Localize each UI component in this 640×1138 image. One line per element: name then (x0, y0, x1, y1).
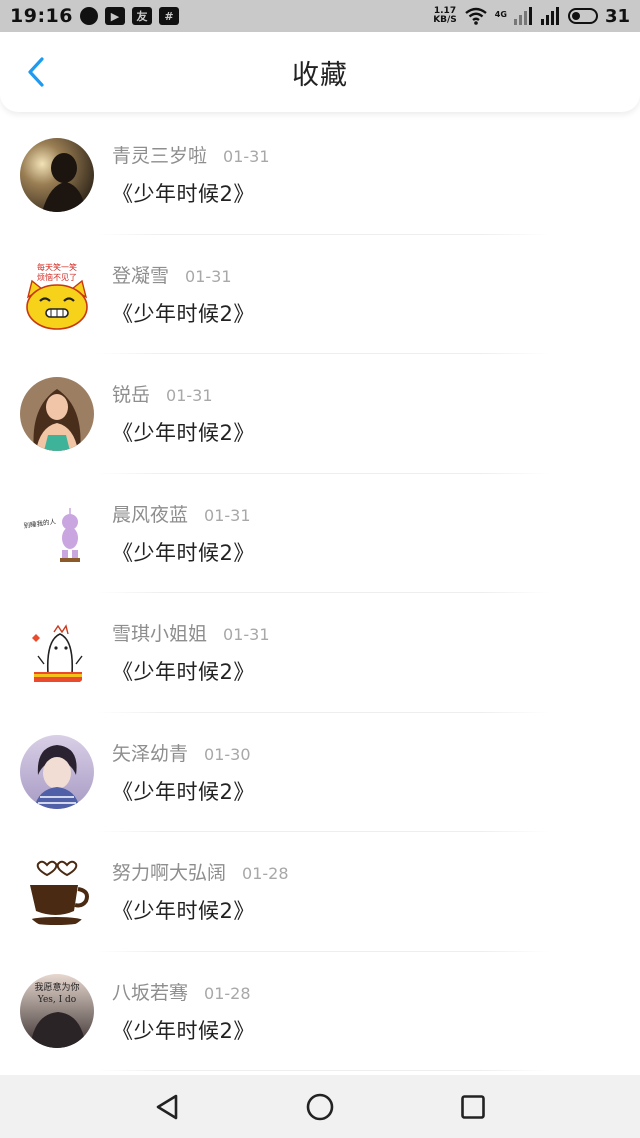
item-text: 矢泽幼青 01-30 《少年时候2》 (112, 739, 255, 806)
list-item[interactable]: 别睡我的人 晨风夜蓝 01-31 《少年时候2》 (0, 474, 640, 594)
item-text: 八坂若骞 01-28 《少年时候2》 (112, 978, 255, 1045)
triangle-back-icon (156, 1094, 177, 1119)
app-header: 收藏 (0, 32, 640, 112)
item-meta: 登凝雪 01-31 (112, 261, 255, 288)
item-text: 雪琪小姐姐 01-31 《少年时候2》 (112, 619, 270, 686)
work-title: 《少年时候2》 (112, 540, 255, 565)
item-text: 登凝雪 01-31 《少年时候2》 (112, 261, 255, 328)
item-date: 01-28 (242, 864, 289, 884)
item-meta: 矢泽幼青 01-30 (112, 739, 255, 766)
work-title: 《少年时候2》 (112, 779, 255, 804)
work-title: 《少年时候2》 (112, 421, 255, 446)
signal-icon-2 (540, 7, 559, 25)
item-date: 01-31 (223, 625, 270, 645)
work-title: 《少年时候2》 (112, 899, 255, 924)
user-name: 登凝雪 (112, 264, 170, 287)
list-item[interactable]: 青灵三岁啦 01-31 《少年时候2》 (0, 115, 640, 235)
list-item[interactable]: 每天笑一笑 烦恼不见了 登凝雪 01-31 《少年时候2》 (0, 235, 640, 355)
item-text: 青灵三岁啦 01-31 《少年时候2》 (112, 141, 270, 208)
avatar-text: 我愿意为你 (34, 981, 79, 993)
user-name: 八坂若骞 (112, 981, 189, 1004)
back-button[interactable] (18, 54, 54, 90)
work-title: 《少年时候2》 (112, 182, 255, 207)
system-nav-bar (0, 1075, 640, 1138)
user-name: 努力啊大弘阔 (112, 862, 227, 885)
circle-home-icon (306, 1093, 334, 1120)
net-speed-unit: KB/S (433, 15, 457, 25)
chevron-left-icon (28, 57, 44, 87)
status-right: 1.17 KB/S 4G 31 (433, 6, 630, 27)
list-item[interactable]: 我愿意为你 Yes, I do 八坂若骞 01-28 《少年时候2》 (0, 952, 640, 1072)
item-text: 努力啊大弘阔 01-28 《少年时候2》 (112, 858, 289, 925)
status-bar: 19:16 ▶ 友 # 1.17 KB/S 4G 31 (0, 0, 640, 32)
avatar-text: 每天笑一笑 (37, 262, 77, 272)
avatar[interactable] (20, 137, 94, 212)
user-name: 晨风夜蓝 (112, 503, 189, 526)
item-date: 01-31 (223, 147, 270, 167)
battery-icon (567, 8, 598, 24)
user-name: 青灵三岁啦 (112, 145, 208, 168)
item-meta: 努力啊大弘阔 01-28 (112, 858, 289, 885)
avatar[interactable]: 别睡我的人 (20, 496, 94, 571)
net-speed: 1.17 KB/S (433, 7, 457, 25)
avatar-text: 烦恼不见了 (37, 272, 77, 282)
list-item[interactable]: 矢泽幼青 01-30 《少年时候2》 (0, 713, 640, 833)
item-meta: 锐岳 01-31 (112, 380, 255, 407)
item-date: 01-31 (204, 505, 251, 525)
favorites-list: 青灵三岁啦 01-31 《少年时候2》 每天笑一笑 烦恼不见了 登凝雪 01-3… (0, 115, 640, 1071)
avatar[interactable] (20, 735, 94, 810)
list-item[interactable]: 锐岳 01-31 《少年时候2》 (0, 354, 640, 474)
user-name: 雪琪小姐姐 (112, 623, 208, 646)
chat-bubble-icon (79, 7, 98, 25)
nav-home-button[interactable] (300, 1087, 340, 1127)
item-meta: 八坂若骞 01-28 (112, 978, 255, 1005)
app-icon: 友 (131, 7, 152, 25)
item-meta: 晨风夜蓝 01-31 (112, 500, 255, 527)
status-time: 19:16 (10, 5, 73, 27)
list-item[interactable]: 雪琪小姐姐 01-31 《少年时候2》 (0, 593, 640, 713)
signal-icon-1 (513, 7, 532, 25)
user-name: 锐岳 (112, 384, 151, 407)
list-item[interactable]: 努力啊大弘阔 01-28 《少年时候2》 (0, 832, 640, 952)
nav-back-button[interactable] (147, 1087, 187, 1127)
user-name: 矢泽幼青 (112, 742, 189, 765)
work-title: 《少年时候2》 (112, 1018, 255, 1043)
work-title: 《少年时候2》 (112, 660, 255, 685)
work-title: 《少年时候2》 (112, 301, 255, 326)
item-date: 01-31 (166, 386, 213, 406)
nav-recents-button[interactable] (453, 1087, 493, 1127)
item-date: 01-28 (204, 983, 251, 1003)
battery-level: 31 (604, 5, 630, 27)
item-text: 锐岳 01-31 《少年时候2》 (112, 380, 255, 447)
item-meta: 青灵三岁啦 01-31 (112, 141, 270, 168)
status-left: 19:16 ▶ 友 # (10, 5, 179, 27)
avatar[interactable]: 我愿意为你 Yes, I do (20, 974, 94, 1049)
avatar[interactable] (20, 376, 94, 451)
avatar[interactable] (20, 854, 94, 929)
page-title: 收藏 (292, 59, 348, 91)
square-recents-icon (461, 1094, 486, 1119)
network-type: 4G (494, 9, 507, 19)
avatar[interactable] (20, 615, 94, 690)
video-app-icon: ▶ (104, 7, 125, 25)
app-icon: # (158, 7, 179, 25)
avatar[interactable]: 每天笑一笑 烦恼不见了 (20, 257, 94, 332)
item-meta: 雪琪小姐姐 01-31 (112, 619, 270, 646)
wifi-icon (465, 7, 487, 25)
item-text: 晨风夜蓝 01-31 《少年时候2》 (112, 500, 255, 567)
item-date: 01-31 (185, 266, 232, 286)
item-date: 01-30 (204, 744, 251, 764)
avatar-text: Yes, I do (37, 995, 76, 1005)
